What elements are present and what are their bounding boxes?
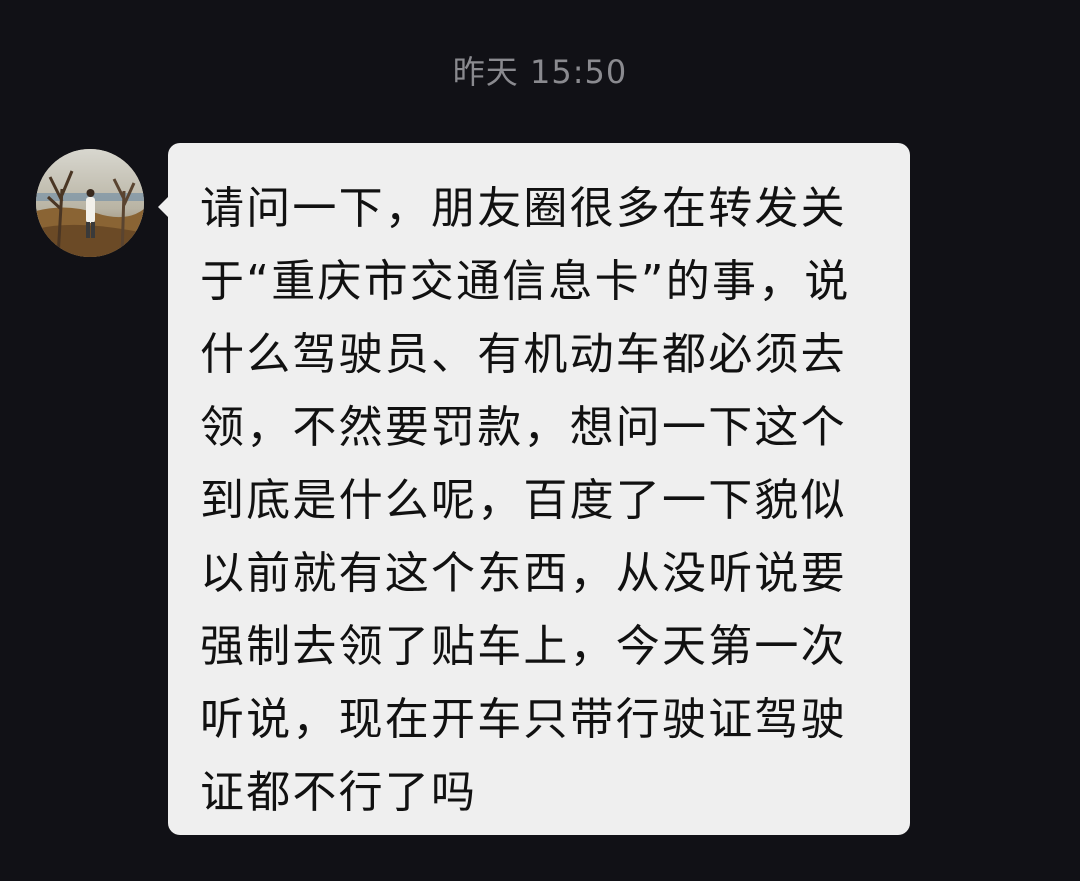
message-line: 什么驾驶员、有机动车都必须去 bbox=[200, 329, 847, 380]
chat-screen: 昨天 15:50 请问一下，朋友圈很多在转发关 于“重庆市交通信息卡”的事，说 … bbox=[0, 0, 1080, 881]
message-line: 到底是什么呢，百度了一下貌似 bbox=[200, 475, 847, 526]
message-line: 领，不然要罚款，想问一下这个 bbox=[200, 402, 847, 453]
message-line: 听说，现在开车只带行驶证驾驶 bbox=[200, 694, 847, 745]
message-line: 以前就有这个东西，从没听说要 bbox=[200, 548, 847, 599]
message-text: 请问一下，朋友圈很多在转发关 于“重庆市交通信息卡”的事，说 什么驾驶员、有机动… bbox=[200, 172, 880, 829]
message-line: 强制去领了贴车上，今天第一次 bbox=[200, 621, 847, 672]
message-timestamp: 昨天 15:50 bbox=[452, 53, 628, 91]
message-line: 请问一下，朋友圈很多在转发关 bbox=[200, 183, 847, 234]
sender-avatar[interactable] bbox=[36, 149, 144, 257]
message-line: 证都不行了吗 bbox=[200, 767, 478, 818]
message-line: 于“重庆市交通信息卡”的事，说 bbox=[200, 256, 851, 307]
avatar-photo-icon bbox=[36, 149, 144, 257]
